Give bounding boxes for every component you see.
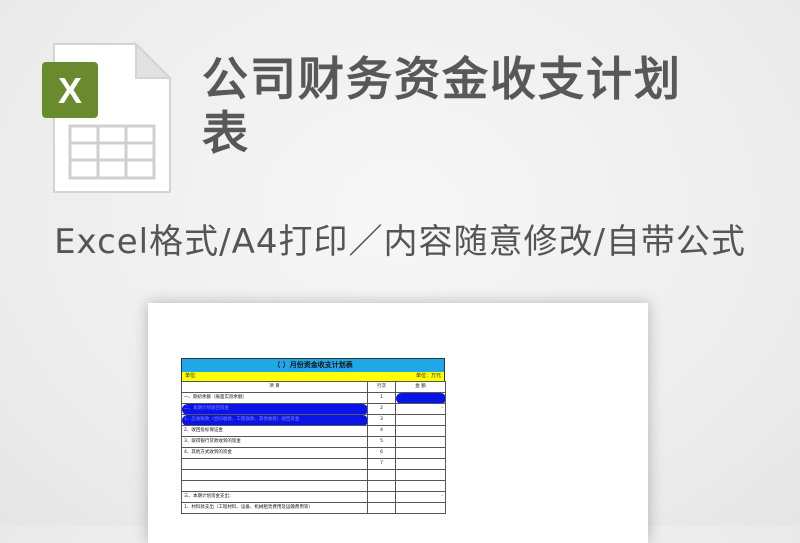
row-amount: - bbox=[395, 491, 446, 503]
table-row bbox=[181, 469, 446, 481]
spreadsheet-preview: （ ）月份资金收支计划表 单位: 单位：万元 项 目 行次 金 额 一、期初余额… bbox=[148, 303, 648, 543]
row-item bbox=[181, 469, 368, 481]
sheet: （ ）月份资金收支计划表 单位: 单位：万元 项 目 行次 金 额 一、期初余额… bbox=[181, 358, 446, 514]
row-item: 2、收回投标保证金 bbox=[181, 425, 368, 437]
row-item: 一、期初余额（账面实际余额） bbox=[181, 392, 368, 404]
row-seq bbox=[367, 469, 396, 481]
table-row: 2、收回投标保证金 4 bbox=[181, 425, 446, 437]
row-item: 1、应收账款（合同收款、工程收款、其他收款）收回资金 bbox=[181, 414, 368, 426]
table-row: 1、应收账款（合同收款、工程收款、其他收款）收回资金 3 bbox=[181, 414, 446, 426]
row-seq: 5 bbox=[367, 436, 396, 448]
table-row: 3、取得银行贷款收到的现金 5 bbox=[181, 436, 446, 448]
row-amount bbox=[395, 436, 446, 448]
unit-bar: 单位: 单位：万元 bbox=[181, 372, 445, 381]
page-subtitle: Excel格式/A4打印／内容随意修改/自带公式 bbox=[54, 222, 746, 262]
col-seq-header: 行次 bbox=[367, 381, 396, 393]
col-amount-header: 金 额 bbox=[395, 381, 446, 393]
row-seq: 3 bbox=[367, 414, 396, 426]
excel-letter: X bbox=[58, 70, 82, 111]
col-item-header: 项 目 bbox=[181, 381, 368, 393]
row-item bbox=[181, 480, 368, 492]
row-item bbox=[181, 458, 368, 470]
unit-left: 单位: bbox=[185, 373, 197, 379]
row-seq: 6 bbox=[367, 447, 396, 459]
table-row: 1、材料款支出（工程材料、设备、机械租赁费用及运输费用等） bbox=[181, 502, 446, 514]
row-item: 三、本期计划资金支出： bbox=[181, 491, 368, 503]
table-row bbox=[181, 480, 446, 492]
row-item: 3、取得银行贷款收到的现金 bbox=[181, 436, 368, 448]
row-item: 4、其他方式收到的资金 bbox=[181, 447, 368, 459]
row-item: 二、本期计划收回资金 bbox=[181, 403, 368, 415]
row-amount bbox=[395, 425, 446, 437]
row-amount bbox=[395, 392, 446, 404]
row-seq: 7 bbox=[367, 458, 396, 470]
page-title: 公司财务资金收支计划表 bbox=[202, 52, 682, 160]
row-seq: 2 bbox=[367, 403, 396, 415]
row-item: 1、材料款支出（工程材料、设备、机械租赁费用及运输费用等） bbox=[181, 502, 368, 514]
table-row: 4、其他方式收到的资金 6 bbox=[181, 447, 446, 459]
row-seq bbox=[367, 502, 396, 514]
excel-file-icon: X bbox=[40, 42, 172, 194]
row-amount bbox=[395, 447, 446, 459]
row-seq: 4 bbox=[367, 425, 396, 437]
table-row: 三、本期计划资金支出： - bbox=[181, 491, 446, 503]
row-amount: - bbox=[395, 403, 446, 415]
unit-right: 单位：万元 bbox=[415, 373, 441, 379]
table-row: 7 bbox=[181, 458, 446, 470]
header-row: 项 目 行次 金 额 bbox=[181, 381, 446, 393]
row-seq bbox=[367, 491, 396, 503]
table-row: 二、本期计划收回资金 2 - bbox=[181, 403, 446, 415]
sheet-title: （ ）月份资金收支计划表 bbox=[181, 358, 445, 372]
sheet-table: 项 目 行次 金 额 一、期初余额（账面实际余额） 1 二、本期计划收回资金 2… bbox=[181, 381, 446, 514]
row-amount bbox=[395, 480, 446, 492]
row-amount bbox=[395, 458, 446, 470]
row-seq: 1 bbox=[367, 392, 396, 404]
row-amount bbox=[395, 502, 446, 514]
row-amount bbox=[395, 414, 446, 426]
table-row: 一、期初余额（账面实际余额） 1 bbox=[181, 392, 446, 404]
row-seq bbox=[367, 480, 396, 492]
row-amount bbox=[395, 469, 446, 481]
